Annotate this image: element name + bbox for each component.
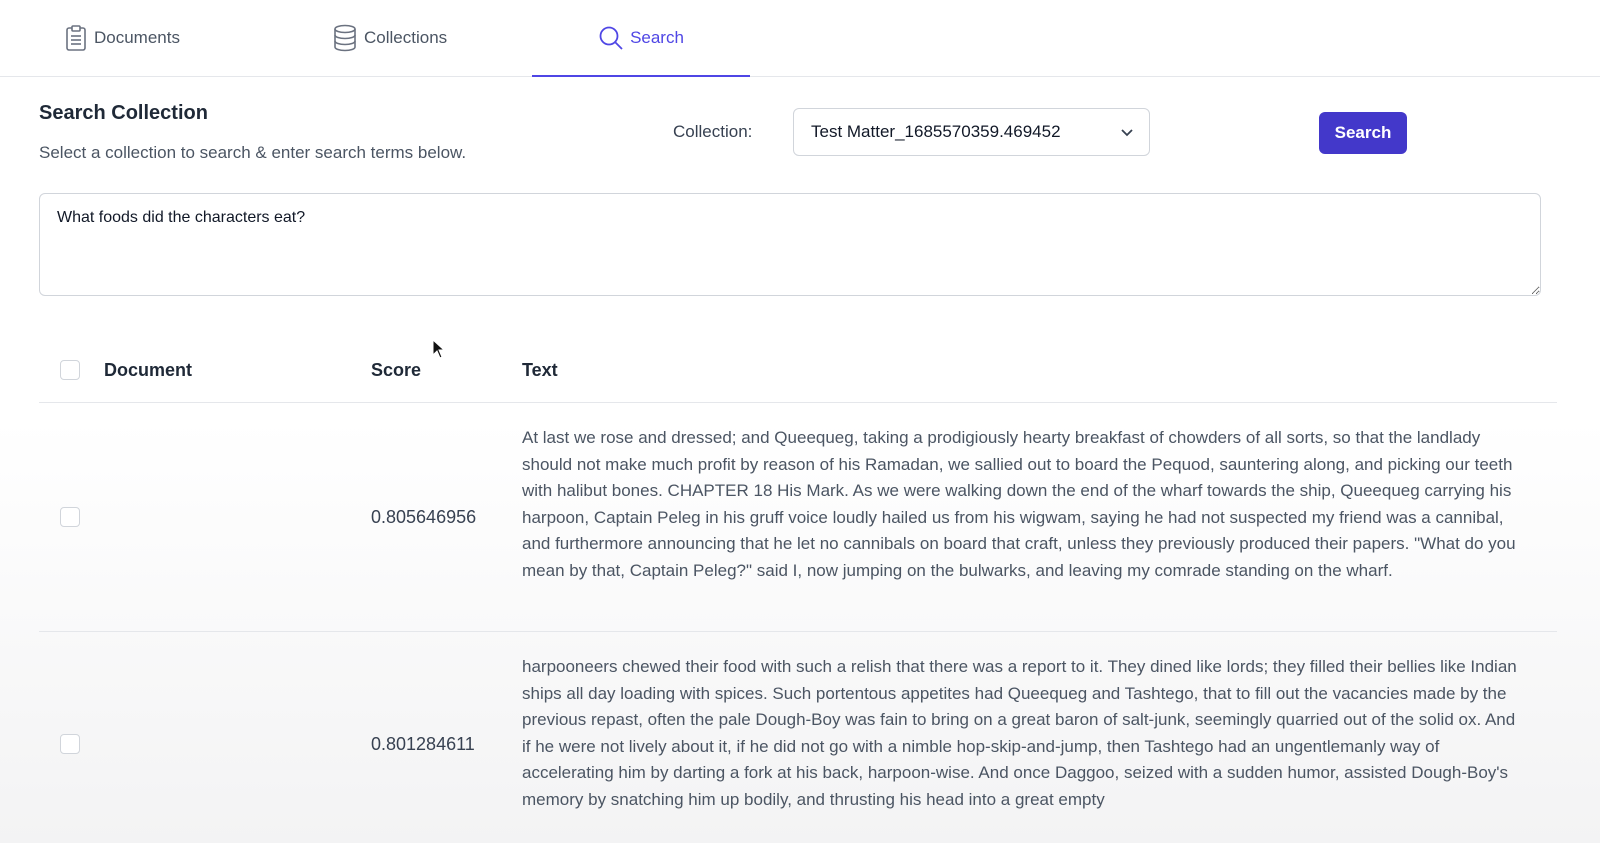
- collection-label: Collection:: [673, 122, 753, 141]
- collection-select-value: Test Matter_1685570359.469452: [811, 122, 1061, 141]
- row-text: harpooneers chewed their food with such …: [522, 657, 1517, 809]
- table-header: Document Score Text: [39, 340, 1557, 403]
- mouse-pointer-icon: [432, 338, 446, 364]
- row-score: 0.805646956: [371, 507, 477, 527]
- page-subtitle: Select a collection to search & enter se…: [39, 143, 467, 162]
- top-tab-bar: Documents Collections Search: [0, 0, 1600, 77]
- clipboard-icon: [64, 24, 88, 52]
- search-page: Documents Collections Search Search Coll…: [0, 0, 1600, 843]
- column-header-text: Text: [522, 360, 558, 380]
- select-all-checkbox[interactable]: [60, 360, 80, 380]
- page-title: Search Collection: [39, 102, 208, 124]
- row-score: 0.801284611: [371, 734, 475, 754]
- tab-documents-label: Documents: [94, 28, 180, 47]
- column-header-score: Score: [371, 360, 422, 380]
- tab-collections-label: Collections: [364, 28, 448, 47]
- row-checkbox[interactable]: [60, 507, 80, 527]
- search-button[interactable]: Search: [1319, 112, 1407, 154]
- row-checkbox[interactable]: [60, 734, 80, 754]
- tab-search[interactable]: Search: [532, 0, 750, 77]
- table-row: 0.801284611 harpooneers chewed their foo…: [39, 632, 1557, 843]
- tab-collections[interactable]: Collections: [332, 0, 447, 76]
- search-icon: [598, 25, 624, 51]
- chevron-down-icon: [1119, 124, 1135, 145]
- table-row: 0.805646956 At last we rose and dressed;…: [39, 403, 1557, 632]
- results-table: Document Score Text 0.805646956 At last …: [39, 340, 1557, 843]
- tab-documents[interactable]: Documents: [64, 0, 180, 76]
- database-icon: [332, 24, 358, 52]
- collection-select[interactable]: Test Matter_1685570359.469452: [793, 108, 1150, 156]
- row-text: At last we rose and dressed; and Queeque…: [522, 428, 1516, 580]
- search-query-textarea[interactable]: What foods did the characters eat?: [39, 193, 1541, 296]
- tab-search-label: Search: [630, 28, 684, 47]
- active-tab-indicator: [532, 75, 750, 77]
- column-header-document: Document: [104, 360, 193, 380]
